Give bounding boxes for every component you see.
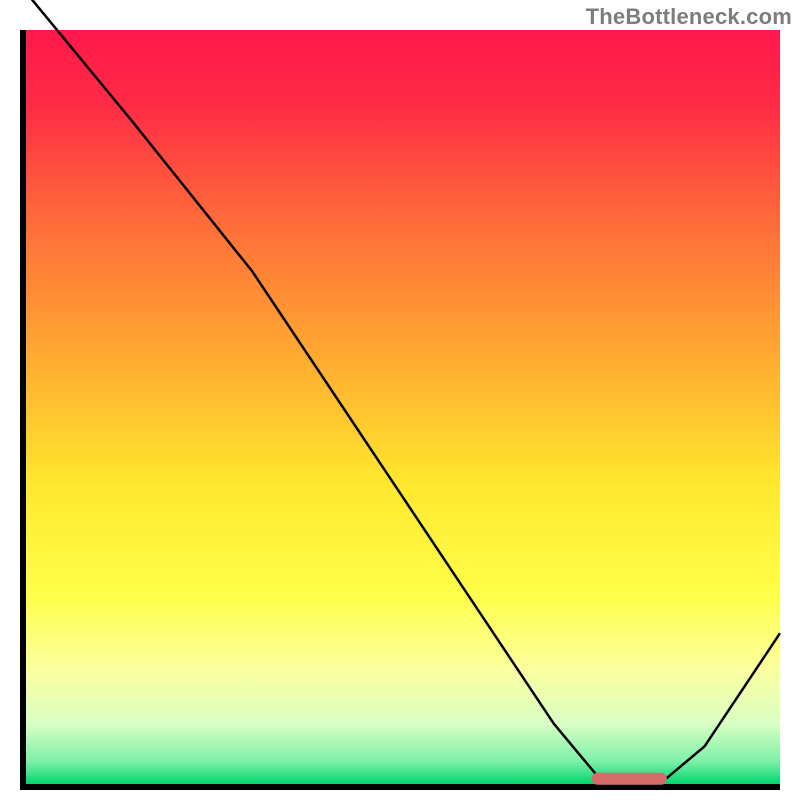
watermark-text: TheBottleneck.com [586,4,792,30]
gradient-backdrop [26,30,780,784]
chart-svg [26,30,780,784]
plot-frame [20,30,780,790]
chart-canvas: TheBottleneck.com [0,0,800,800]
optimum-band-marker [592,773,667,785]
plot-area [26,30,780,784]
